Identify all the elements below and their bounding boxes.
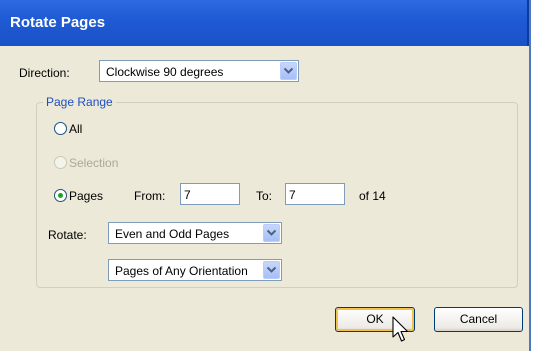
chevron-down-icon[interactable] xyxy=(263,261,280,279)
page-range-title: Page Range xyxy=(43,95,116,109)
to-input-value: 7 xyxy=(289,188,296,202)
rotate-select[interactable]: Even and Odd Pages xyxy=(108,222,282,244)
to-label: To: xyxy=(256,189,273,203)
chevron-down-icon[interactable] xyxy=(280,62,297,80)
rotate-select-value: Even and Odd Pages xyxy=(115,227,230,241)
radio-selection-label: Selection xyxy=(69,156,119,170)
direction-select[interactable]: Clockwise 90 degrees xyxy=(99,60,299,82)
radio-all[interactable] xyxy=(54,122,67,135)
orientation-select[interactable]: Pages of Any Orientation xyxy=(108,259,282,281)
direction-select-value: Clockwise 90 degrees xyxy=(106,65,224,79)
from-input[interactable]: 7 xyxy=(180,183,240,205)
direction-label: Direction: xyxy=(19,66,70,80)
page-count-text: of 14 xyxy=(359,189,386,203)
radio-pages[interactable] xyxy=(54,189,67,202)
title-bar[interactable]: Rotate Pages xyxy=(0,0,529,46)
radio-pages-label[interactable]: Pages xyxy=(69,189,103,203)
orientation-select-value: Pages of Any Orientation xyxy=(115,264,248,278)
radio-all-label[interactable]: All xyxy=(69,122,82,136)
dialog-title: Rotate Pages xyxy=(10,14,106,31)
radio-selected-dot xyxy=(58,193,63,198)
from-input-value: 7 xyxy=(184,188,191,202)
radio-selection xyxy=(54,156,67,169)
to-input[interactable]: 7 xyxy=(285,183,345,205)
from-label: From: xyxy=(134,189,166,203)
rotate-label: Rotate: xyxy=(48,228,87,242)
chevron-down-icon[interactable] xyxy=(263,224,280,242)
cancel-button[interactable]: Cancel xyxy=(434,307,523,332)
rotate-pages-dialog: Rotate Pages Direction: Clockwise 90 deg… xyxy=(0,0,531,351)
mouse-cursor-icon xyxy=(392,316,409,342)
